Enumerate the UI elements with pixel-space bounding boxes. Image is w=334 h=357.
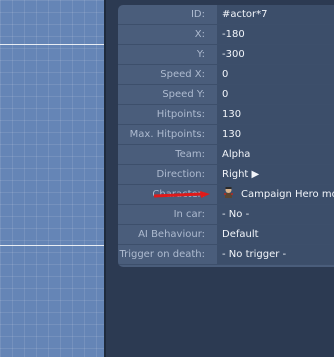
prop-row-y: Y: -300 bbox=[118, 45, 334, 65]
prop-label-direction: Direction: bbox=[156, 169, 205, 180]
prop-label-ai-behaviour: AI Behaviour: bbox=[138, 229, 205, 240]
prop-label-y: Y: bbox=[196, 49, 205, 60]
prop-row-id: ID: #actor*7 bbox=[118, 5, 334, 25]
character-value-text: Campaign Hero mode bbox=[241, 189, 334, 200]
prop-row-trigger-on-death: Trigger on death: - No trigger - bbox=[118, 245, 334, 265]
prop-row-speed-x: Speed X: 0 bbox=[118, 65, 334, 85]
annotation-arrow-icon bbox=[154, 191, 210, 198]
grid-guide-line-top bbox=[0, 44, 104, 45]
prop-label-speed-y: Speed Y: bbox=[162, 89, 205, 100]
prop-value-hitpoints[interactable]: 130 bbox=[217, 105, 334, 124]
prop-value-speed-x[interactable]: 0 bbox=[217, 65, 334, 84]
prop-label-hitpoints: Hitpoints: bbox=[156, 109, 205, 120]
prop-value-max-hitpoints[interactable]: 130 bbox=[217, 125, 334, 144]
prop-row-in-car: In car: - No - bbox=[118, 205, 334, 225]
prop-label-id: ID: bbox=[190, 9, 205, 20]
prop-label-in-car: In car: bbox=[173, 209, 205, 220]
prop-label-x: X: bbox=[194, 29, 205, 40]
prop-value-x[interactable]: -180 bbox=[217, 25, 334, 44]
prop-value-team[interactable]: Alpha bbox=[217, 145, 334, 164]
prop-value-in-car[interactable]: - No - bbox=[217, 205, 334, 224]
character-avatar-icon bbox=[222, 186, 235, 199]
prop-value-id[interactable]: #actor*7 bbox=[217, 5, 334, 24]
prop-value-y[interactable]: -300 bbox=[217, 45, 334, 64]
prop-label-max-hitpoints: Max. Hitpoints: bbox=[129, 129, 205, 140]
prop-label-speed-x: Speed X: bbox=[160, 69, 205, 80]
prop-row-ai-behaviour: AI Behaviour: Default bbox=[118, 225, 334, 245]
prop-row-character: Character: Campaign Hero mode bbox=[118, 185, 334, 205]
prop-row-max-hitpoints: Max. Hitpoints: 130 bbox=[118, 125, 334, 145]
prop-value-speed-y[interactable]: 0 bbox=[217, 85, 334, 104]
prop-value-direction[interactable]: Right ▶ bbox=[217, 165, 334, 184]
prop-value-trigger-on-death[interactable]: - No trigger - bbox=[217, 245, 334, 264]
level-canvas[interactable] bbox=[0, 0, 104, 357]
panel-divider bbox=[104, 0, 106, 357]
prop-value-character[interactable]: Campaign Hero mode bbox=[217, 185, 334, 204]
prop-row-x: X: -180 bbox=[118, 25, 334, 45]
prop-row-hitpoints: Hitpoints: 130 bbox=[118, 105, 334, 125]
prop-row-team: Team: Alpha bbox=[118, 145, 334, 165]
grid-guide-line-bottom bbox=[0, 245, 104, 246]
prop-label-trigger-on-death: Trigger on death: bbox=[119, 249, 205, 260]
properties-panel: ID: #actor*7 X: -180 Y: -300 Speed X: 0 … bbox=[118, 5, 334, 267]
prop-label-team: Team: bbox=[175, 149, 205, 160]
prop-row-speed-y: Speed Y: 0 bbox=[118, 85, 334, 105]
prop-row-direction: Direction: Right ▶ bbox=[118, 165, 334, 185]
prop-value-ai-behaviour[interactable]: Default bbox=[217, 225, 334, 244]
